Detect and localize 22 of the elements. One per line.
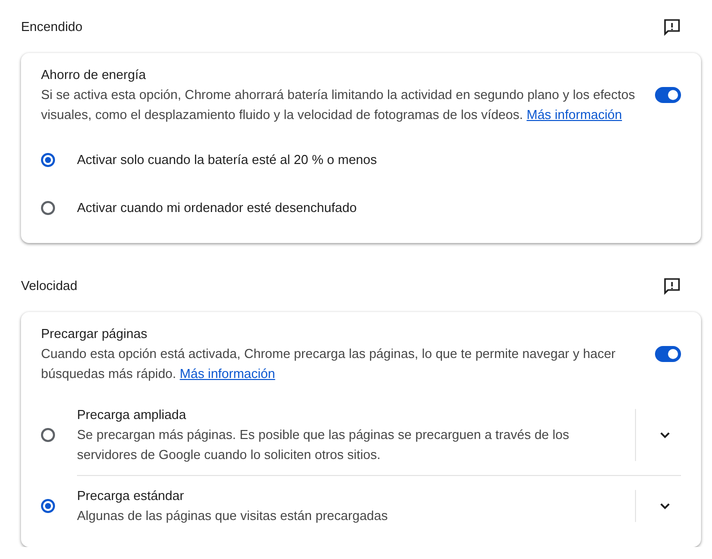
radio-button[interactable] [41,428,55,442]
setting-title: Precargar páginas [41,325,148,343]
setting-description: Si se activa esta opción, Chrome ahorrará batería limitando la actividad en segundo plano y los efectos visuales, como el desplazamiento fluido y la velocidad de fotogramas de los vídeos. Más información [41,86,636,124]
more-info-link[interactable]: Más información [526,107,622,122]
section-title: Encendido [21,18,82,36]
toggle-switch[interactable] [655,87,681,103]
section-title: Velocidad [21,277,78,295]
option-label: Activar cuando mi ordenador esté desenchufado [77,199,358,217]
radio-button[interactable] [41,499,55,513]
option-label: Precarga estándar [77,487,185,505]
option-description: Algunas de las páginas que visitas están precargadas [77,507,389,525]
toggle-switch[interactable] [655,346,681,362]
feedback-icon[interactable] [663,18,681,36]
radio-button[interactable] [41,201,55,215]
feedback-icon[interactable] [663,277,681,295]
option-label: Precarga ampliada [77,406,188,424]
radio-button[interactable] [41,153,55,167]
more-info-link[interactable]: Más información [180,366,276,381]
setting-title: Ahorro de energía [41,66,147,84]
option-label: Activar solo cuando la batería esté al 20 % o menos [77,151,378,169]
setting-description: Cuando esta opción está activada, Chrome precarga las páginas, lo que te permite navegar y hacer búsquedas más rápido. Más información [41,345,617,383]
option-description: Se precargan más páginas. Es posible que las páginas se precarguen a través de los servidores de Google cuando lo soliciten otros sitios. [77,426,570,464]
